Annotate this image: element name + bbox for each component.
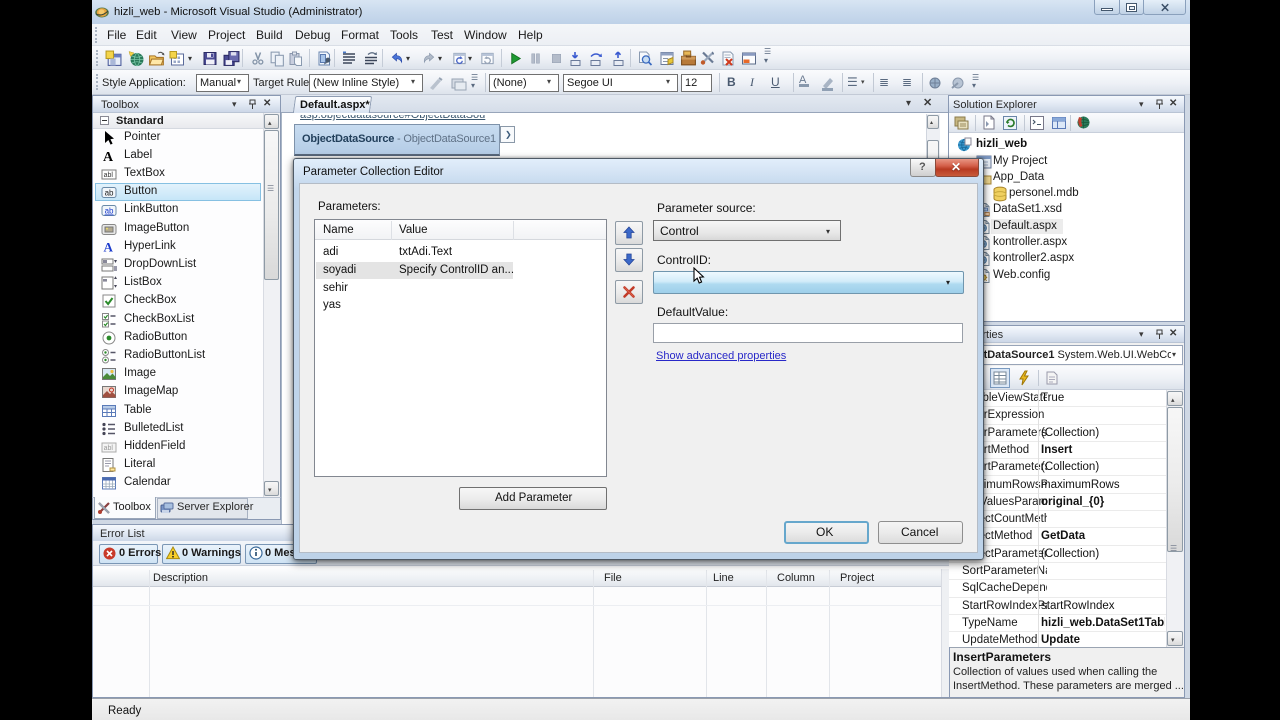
svg-text:abl: abl (104, 445, 114, 452)
svg-text:A: A (104, 239, 114, 254)
svg-text:ab: ab (105, 207, 114, 216)
svg-text:A: A (103, 150, 114, 164)
svg-text:abl: abl (104, 172, 114, 179)
svg-text:ab: ab (105, 189, 114, 198)
